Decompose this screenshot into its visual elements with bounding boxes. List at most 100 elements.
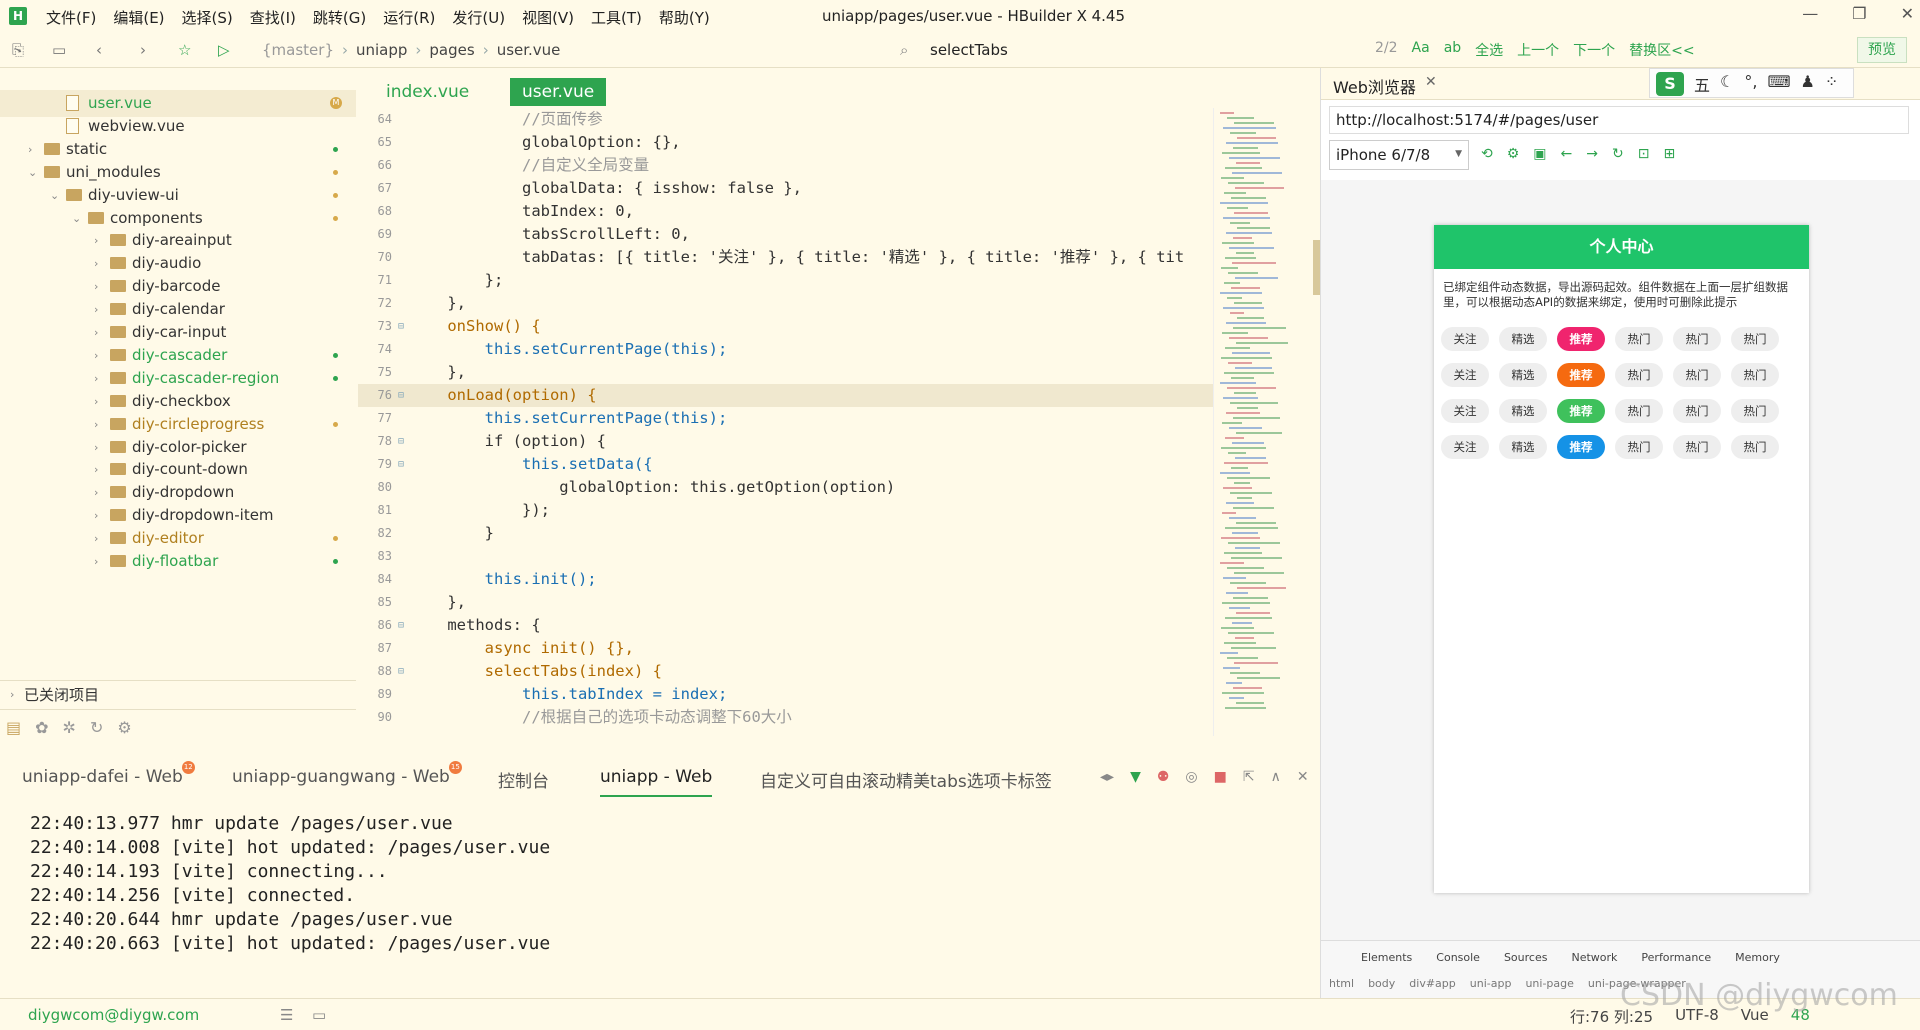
tab-pill[interactable]: 热门 bbox=[1615, 399, 1663, 423]
devtools-tab[interactable]: Memory bbox=[1735, 951, 1780, 964]
forward-icon[interactable]: → bbox=[1586, 146, 1598, 162]
settings-tab-icon[interactable]: ⚙ bbox=[117, 718, 131, 737]
breadcrumb-item[interactable]: {master} bbox=[262, 41, 334, 59]
tab-pill[interactable]: 热门 bbox=[1731, 363, 1779, 387]
tab-pill[interactable]: 推荐 bbox=[1557, 435, 1605, 459]
terminal-icon[interactable]: ▭ bbox=[312, 1006, 326, 1024]
menu-item[interactable]: 运行(R) bbox=[383, 7, 435, 28]
menu-item[interactable]: 帮助(Y) bbox=[659, 7, 710, 28]
tab-pill[interactable]: 热门 bbox=[1615, 435, 1663, 459]
tab-pill[interactable]: 精选 bbox=[1499, 327, 1547, 351]
fold-marker-icon[interactable]: ⊟ bbox=[398, 430, 404, 453]
grid-icon[interactable]: ⊞ bbox=[1663, 146, 1675, 162]
tab-pill[interactable]: 精选 bbox=[1499, 363, 1547, 387]
devtools-path-item[interactable]: uni-page bbox=[1525, 977, 1573, 990]
rotate-icon[interactable]: ⟲ bbox=[1481, 146, 1493, 162]
code-editor[interactable]: 64 //页面传参 65 globalOption: {}, 66 //自定义全局变… bbox=[358, 108, 1213, 736]
devtools-tab[interactable]: Console bbox=[1436, 951, 1480, 964]
devtools-path-item[interactable]: html bbox=[1329, 977, 1354, 990]
tab-pill[interactable]: 热门 bbox=[1615, 363, 1663, 387]
minimap[interactable] bbox=[1213, 108, 1318, 736]
breadcrumb-item[interactable]: uniapp bbox=[356, 41, 407, 59]
reload-icon[interactable]: ↻ bbox=[1612, 146, 1624, 162]
bug-icon[interactable]: ⚉ bbox=[1157, 769, 1170, 785]
fold-marker-icon[interactable]: ⊟ bbox=[398, 614, 404, 637]
tab-pill[interactable]: 热门 bbox=[1731, 399, 1779, 423]
devtools-tab[interactable]: Network bbox=[1571, 951, 1617, 964]
find-tool-button[interactable]: 全选 bbox=[1475, 40, 1503, 60]
tab-pill[interactable]: 热门 bbox=[1673, 399, 1721, 423]
find-tool-button[interactable]: 上一个 bbox=[1517, 40, 1559, 60]
back-icon[interactable]: ‹ bbox=[96, 41, 102, 59]
breadcrumb-item[interactable]: user.vue bbox=[497, 41, 561, 59]
tab-pill[interactable]: 关注 bbox=[1441, 435, 1489, 459]
console-tab[interactable]: uniapp - Web bbox=[600, 767, 713, 797]
fold-marker-icon[interactable]: ⊟ bbox=[398, 315, 404, 338]
menu-item[interactable]: 选择(S) bbox=[182, 7, 233, 28]
tab-pill[interactable]: 关注 bbox=[1441, 399, 1489, 423]
back-icon[interactable]: ← bbox=[1561, 146, 1573, 162]
console-tab[interactable]: 控制台 bbox=[498, 767, 549, 792]
tab-pill[interactable]: 推荐 bbox=[1557, 363, 1605, 387]
fold-marker-icon[interactable]: ⊟ bbox=[398, 384, 404, 407]
tab-pill[interactable]: 热门 bbox=[1673, 327, 1721, 351]
punct-icon[interactable]: °, bbox=[1744, 72, 1757, 94]
menu-item[interactable]: 视图(V) bbox=[522, 7, 574, 28]
tab-pill[interactable]: 关注 bbox=[1441, 327, 1489, 351]
stop-icon[interactable]: ■ bbox=[1214, 769, 1227, 785]
devtools-tab[interactable]: Elements bbox=[1361, 951, 1412, 964]
tab-pill[interactable]: 精选 bbox=[1499, 435, 1547, 459]
tree-item[interactable]: › diy-floatbar bbox=[0, 548, 356, 575]
tab-pill[interactable]: 热门 bbox=[1673, 363, 1721, 387]
tab-pill[interactable]: 热门 bbox=[1731, 327, 1779, 351]
menu-item[interactable]: 编辑(E) bbox=[113, 7, 164, 28]
save-icon[interactable]: ▭ bbox=[52, 41, 66, 59]
closed-projects[interactable]: › 已关闭项目 bbox=[0, 680, 356, 708]
minimize-icon[interactable]: — bbox=[1802, 4, 1818, 23]
fold-marker-icon[interactable]: ⊟ bbox=[398, 453, 404, 476]
find-tool-button[interactable]: 替换区<< bbox=[1629, 40, 1694, 60]
open-icon[interactable]: ⇱ bbox=[1243, 769, 1255, 785]
close-tab-icon[interactable]: ✕ bbox=[1425, 74, 1437, 90]
find-tool-button[interactable]: ab bbox=[1444, 40, 1461, 60]
apps-icon[interactable]: ⁘ bbox=[1825, 72, 1838, 94]
find-tool-button[interactable]: Aa bbox=[1412, 40, 1430, 60]
find-input[interactable]: selectTabs bbox=[930, 41, 1008, 59]
devtools-path-item[interactable]: div#app bbox=[1409, 977, 1455, 990]
lock-icon[interactable]: ⊡ bbox=[1638, 146, 1650, 162]
devtools-tab[interactable]: Performance bbox=[1641, 951, 1711, 964]
preview-button[interactable]: 预览 bbox=[1857, 37, 1907, 63]
tab-index-vue[interactable]: index.vue bbox=[374, 78, 481, 106]
refresh-tab-icon[interactable]: ↻ bbox=[90, 718, 103, 737]
plugin-tab-icon[interactable]: ✿ bbox=[35, 718, 48, 737]
tab-user-vue[interactable]: user.vue bbox=[510, 78, 607, 106]
tab-pill[interactable]: 热门 bbox=[1615, 327, 1663, 351]
prev-icon[interactable]: ◂▸ bbox=[1100, 769, 1114, 785]
devtools-path-item[interactable]: body bbox=[1368, 977, 1395, 990]
tab-pill[interactable]: 关注 bbox=[1441, 363, 1489, 387]
find-tool-button[interactable]: 下一个 bbox=[1573, 40, 1615, 60]
ime-mode[interactable]: 五 bbox=[1694, 72, 1710, 95]
user-account[interactable]: diygwcom@diygw.com bbox=[28, 1006, 199, 1024]
devtools-tab[interactable]: Sources bbox=[1504, 951, 1548, 964]
menu-item[interactable]: 查找(I) bbox=[250, 7, 296, 28]
filter-icon[interactable]: ▼ bbox=[1130, 769, 1141, 785]
star-icon[interactable]: ☆ bbox=[178, 41, 191, 59]
tab-pill[interactable]: 精选 bbox=[1499, 399, 1547, 423]
console-tab[interactable]: 自定义可自由滚动精美tabs选项卡标签 bbox=[760, 767, 1052, 792]
breadcrumb-item[interactable]: pages bbox=[429, 41, 474, 59]
list-icon[interactable]: ☰ bbox=[280, 1006, 293, 1024]
menu-item[interactable]: 发行(U) bbox=[452, 7, 505, 28]
close-icon[interactable]: ✕ bbox=[1901, 4, 1914, 23]
tab-pill[interactable]: 热门 bbox=[1731, 435, 1779, 459]
user-icon[interactable]: ♟ bbox=[1801, 72, 1815, 94]
menu-item[interactable]: 文件(F) bbox=[46, 7, 96, 28]
menu-item[interactable]: 工具(T) bbox=[591, 7, 642, 28]
screenshot-icon[interactable]: ▣ bbox=[1533, 146, 1546, 162]
maximize-icon[interactable]: ❐ bbox=[1852, 4, 1866, 23]
tab-pill[interactable]: 热门 bbox=[1673, 435, 1721, 459]
new-file-icon[interactable]: ⎘ bbox=[12, 41, 24, 59]
tab-pill[interactable]: 推荐 bbox=[1557, 399, 1605, 423]
devtools-path-item[interactable]: uni-app bbox=[1470, 977, 1512, 990]
restart-icon[interactable]: ◎ bbox=[1185, 769, 1197, 785]
